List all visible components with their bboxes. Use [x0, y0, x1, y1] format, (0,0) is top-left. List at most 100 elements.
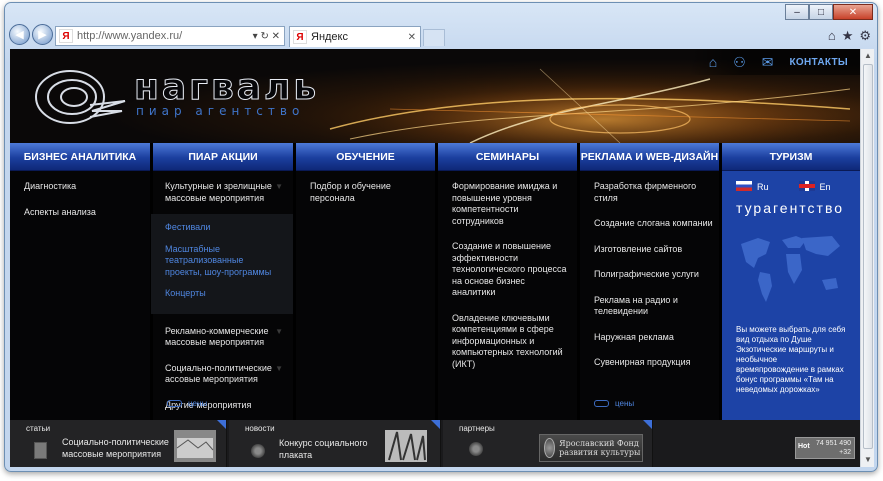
- menu-item-sites[interactable]: Изготовление сайтов: [594, 244, 713, 256]
- chevron-down-icon: ▼: [275, 363, 283, 373]
- sitemap-icon[interactable]: ⚇: [733, 54, 746, 71]
- gear-icon[interactable]: ⚙: [859, 28, 871, 44]
- menu-item-ict[interactable]: Овладение ключевыми компетенциями в сфер…: [452, 313, 567, 371]
- menu-item-image[interactable]: Формирование имиджа и повышение уровня к…: [452, 181, 567, 227]
- forward-arrow-icon: ▶: [38, 29, 47, 41]
- menu-header-business[interactable]: БИЗНЕС АНАЛИТИКА: [10, 143, 150, 171]
- url-text[interactable]: http://www.yandex.ru/: [77, 30, 253, 42]
- prices-icon: [167, 400, 182, 407]
- menu-column-tourism: ТУРИЗМ Ru En турагентство Вы можете выбр…: [722, 143, 860, 420]
- menu-column-pr: ПИАР АКЦИИ ▼ Культурные и зрелищные массо…: [151, 143, 293, 420]
- forward-button[interactable]: ▶: [32, 24, 53, 45]
- address-controls[interactable]: ▾ ↻ ✕: [253, 31, 280, 42]
- header-toolbar: ⌂ ⚇ ✉ КОНТАКТЫ: [688, 49, 860, 75]
- partner-fund-banner[interactable]: Ярославский Фонд развития культуры: [539, 434, 643, 462]
- partners-bullet-icon: [469, 442, 483, 456]
- footer-articles[interactable]: статьи Социально-политические массовые м…: [10, 420, 227, 467]
- home-icon[interactable]: ⌂: [828, 28, 836, 44]
- articles-text[interactable]: Социально-политические массовые мероприя…: [62, 436, 172, 460]
- tab-yandex[interactable]: Я Яндекс ✕: [289, 26, 421, 47]
- tourism-description: Вы можете выбрать для себя вид отдыха по…: [736, 325, 846, 394]
- chevron-down-icon: ▼: [275, 326, 283, 336]
- partners-label: партнеры: [459, 424, 495, 433]
- yandex-favicon-icon: Я: [59, 29, 73, 43]
- menu-item-commercial[interactable]: ▼ Рекламно-коммерческие массовые мероприя…: [165, 326, 293, 349]
- scroll-down-icon[interactable]: ▼: [863, 455, 873, 465]
- footer-news[interactable]: новости Конкурс социального плаката: [229, 420, 441, 467]
- menu-item-political[interactable]: ▼ Социально-политические ассовые мероприя…: [165, 363, 293, 386]
- minimize-button[interactable]: –: [785, 4, 809, 20]
- menu-header-training[interactable]: ОБУЧЕНИЕ: [296, 143, 435, 171]
- submenu-item-shows[interactable]: Масштабные театрализованные проекты, шоу…: [165, 244, 279, 279]
- contacts-link[interactable]: КОНТАКТЫ: [790, 57, 848, 68]
- document-icon: [34, 442, 47, 459]
- prices-label: цены: [615, 399, 635, 408]
- close-button[interactable]: ✕: [833, 4, 873, 20]
- menu-item-process[interactable]: Создание и повышение эффективности техно…: [452, 241, 567, 299]
- address-bar[interactable]: Я http://www.yandex.ru/ ▾ ↻ ✕: [55, 26, 285, 46]
- lang-en[interactable]: En: [798, 181, 831, 192]
- fund-emblem-icon: [544, 438, 556, 458]
- maximize-button[interactable]: □: [809, 4, 833, 20]
- menu-item-slogan[interactable]: Создание слогана компании: [594, 218, 713, 230]
- articles-thumbnail: [174, 430, 216, 462]
- lang-ru[interactable]: Ru: [736, 181, 769, 192]
- counter-top: 74 951 490: [815, 440, 851, 447]
- prices-icon: [594, 400, 609, 407]
- menu-item-outdoor[interactable]: Наружная реклама: [594, 332, 713, 344]
- site-header: нагваль пиар агентство ⌂ ⚇ ✉ КОНТАКТЫ: [10, 49, 860, 143]
- menu-item-brand[interactable]: Разработка фирменного стиля: [594, 181, 713, 204]
- menu-header-tourism[interactable]: ТУРИЗМ: [722, 143, 860, 171]
- russia-flag-icon: [736, 181, 752, 191]
- scroll-up-icon[interactable]: ▲: [863, 51, 873, 61]
- lang-ru-label: Ru: [757, 182, 769, 192]
- submenu-item-festivals[interactable]: Фестивали: [165, 222, 279, 234]
- corner-marker: [643, 420, 652, 429]
- language-switcher: Ru En: [736, 181, 848, 192]
- news-thumbnail: [385, 430, 427, 462]
- menu-item-printing[interactable]: Полиграфические услуги: [594, 269, 713, 281]
- new-tab-button[interactable]: [423, 29, 445, 46]
- menu-item-political-label: Социально-политические ассовые мероприят…: [165, 362, 272, 385]
- menu-header-seminars[interactable]: СЕМИНАРЫ: [438, 143, 577, 171]
- footer-partners[interactable]: партнеры Ярославский Фонд развития культ…: [443, 420, 653, 467]
- logo-title[interactable]: нагваль: [133, 67, 319, 109]
- yandex-tab-favicon-icon: Я: [293, 30, 307, 44]
- site-footer: статьи Социально-политические массовые м…: [10, 420, 860, 467]
- window-controls: – □ ✕: [785, 4, 873, 20]
- scroll-thumb[interactable]: [863, 64, 873, 449]
- tab-close-icon[interactable]: ✕: [408, 32, 416, 43]
- menu-column-ads: РЕКЛАМА И WEB-ДИЗАЙН Разработка фирменно…: [580, 143, 719, 420]
- uk-flag-icon: [798, 181, 815, 191]
- chevron-down-icon: ▼: [275, 182, 283, 191]
- tab-title: Яндекс: [311, 31, 348, 43]
- menu-column-seminars: СЕМИНАРЫ Формирование имиджа и повышение…: [438, 143, 577, 420]
- logo-subtitle: пиар агентство: [136, 104, 305, 118]
- news-bullet-icon: [251, 444, 265, 458]
- menu-header-pr[interactable]: ПИАР АКЦИИ: [153, 143, 293, 171]
- menu-item-radio-tv[interactable]: Реклама на радио и телевидении: [594, 295, 713, 318]
- vertical-scrollbar[interactable]: ▲ ▼: [860, 49, 874, 467]
- back-button[interactable]: ◀: [9, 24, 30, 45]
- menu-header-ads[interactable]: РЕКЛАМА И WEB-ДИЗАЙН: [580, 143, 719, 171]
- prices-link-ads[interactable]: цены: [594, 399, 634, 408]
- browser-window: – □ ✕ ◀ ▶ Я http://www.yandex.ru/ ▾ ↻ ✕ …: [4, 2, 878, 472]
- menu-item-staff[interactable]: Подбор и обучение персонала: [310, 181, 435, 204]
- menu-item-cultural[interactable]: ▼ Культурные и зрелищные массовые меропри…: [165, 181, 293, 204]
- hotlog-counter[interactable]: Hot 74 951 490 +32: [795, 437, 855, 459]
- menu-item-analysis[interactable]: Аспекты анализа: [24, 207, 150, 219]
- menu-item-commercial-label: Рекламно-коммерческие массовые мероприят…: [165, 325, 269, 348]
- news-text[interactable]: Конкурс социального плаката: [279, 437, 379, 461]
- menu-item-cultural-label: Культурные и зрелищные массовые мероприя…: [165, 181, 272, 203]
- menu-item-souvenirs[interactable]: Сувенирная продукция: [594, 357, 713, 369]
- mail-icon[interactable]: ✉: [762, 54, 774, 71]
- news-label: новости: [245, 424, 275, 433]
- corner-marker: [431, 420, 440, 429]
- submenu-item-concerts[interactable]: Концерты: [165, 288, 279, 300]
- travel-agency-title[interactable]: турагентство: [736, 200, 848, 216]
- lang-en-label: En: [819, 182, 831, 192]
- home-icon[interactable]: ⌂: [709, 54, 717, 70]
- star-icon[interactable]: ★: [842, 28, 854, 44]
- menu-item-diagnostics[interactable]: Диагностика: [24, 181, 150, 193]
- prices-link-pr[interactable]: цены: [167, 399, 207, 408]
